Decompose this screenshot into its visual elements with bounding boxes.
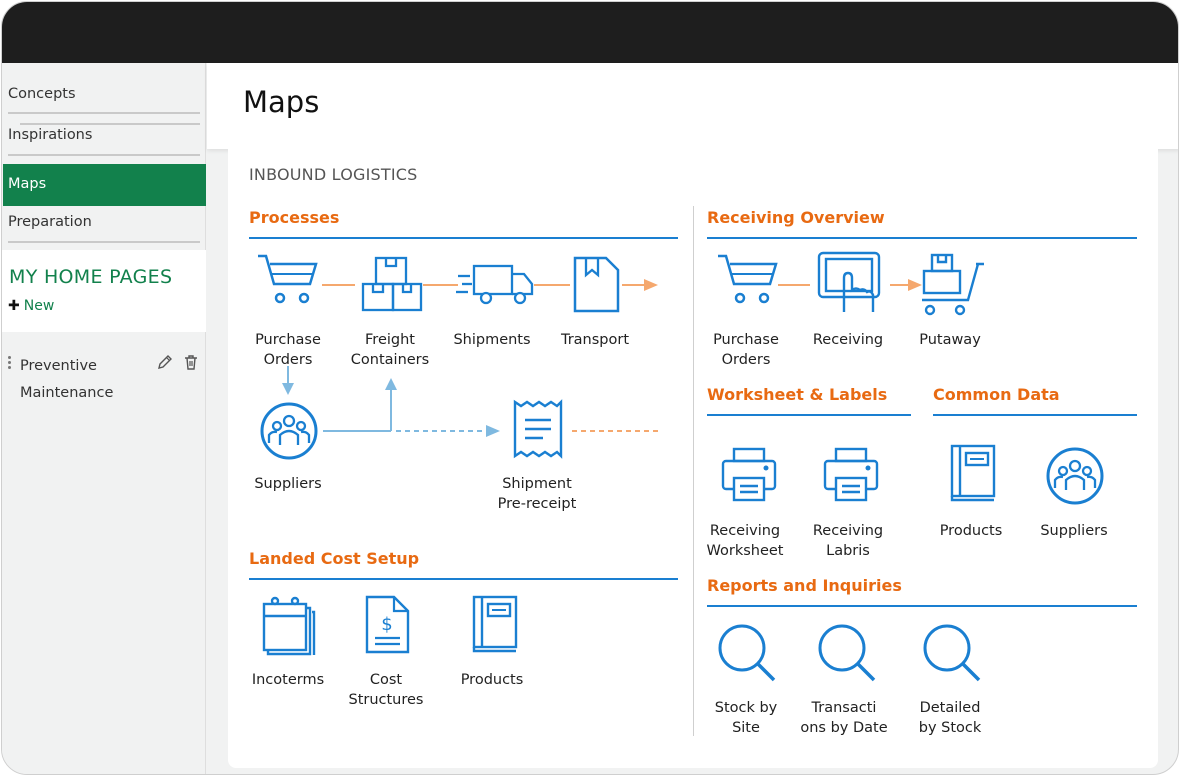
shipments-label[interactable]: Shipments <box>447 330 537 350</box>
page-header: Maps <box>207 63 1178 149</box>
section-landed-cost: Landed Cost Setup <box>249 549 420 568</box>
top-bar <box>2 2 1178 63</box>
search-icon[interactable] <box>716 622 778 684</box>
calendar-icon[interactable] <box>260 594 316 656</box>
printer-icon[interactable] <box>720 446 778 504</box>
plus-icon: ✚ <box>8 298 20 314</box>
home-pages-title: MY HOME PAGES <box>9 266 173 288</box>
divider <box>8 112 200 114</box>
stock-by-site-label[interactable]: Stock by Site <box>701 698 791 738</box>
transport-label[interactable]: Transport <box>550 330 640 350</box>
users-group-icon[interactable] <box>1045 446 1105 506</box>
section-rule <box>933 414 1137 416</box>
cost-structures-label[interactable]: Cost Structures <box>341 670 431 710</box>
sidebar-item-preparation[interactable]: Preparation <box>8 214 200 230</box>
common-products-label[interactable]: Products <box>926 521 1016 541</box>
section-receiving-overview: Receiving Overview <box>707 208 885 227</box>
section-rule <box>249 237 678 239</box>
suppliers-label[interactable]: Suppliers <box>243 474 333 494</box>
section-processes: Processes <box>249 208 340 227</box>
products-label[interactable]: Products <box>447 670 537 690</box>
drag-handle-icon[interactable] <box>8 356 12 371</box>
incoterms-label[interactable]: Incoterms <box>243 670 333 690</box>
section-reports: Reports and Inquiries <box>707 576 902 595</box>
svg-text:$: $ <box>381 614 392 635</box>
book-icon[interactable] <box>470 594 520 654</box>
sidebar-item-label: Preparation <box>8 214 92 230</box>
divider <box>8 154 200 156</box>
section-common-data: Common Data <box>933 385 1060 404</box>
detailed-by-stock-label[interactable]: Detailed by Stock <box>905 698 995 738</box>
search-icon[interactable] <box>921 622 983 684</box>
home-page-item[interactable]: Preventive Maintenance <box>2 346 206 402</box>
section-rule <box>707 237 1137 239</box>
receiving-label[interactable]: Receiving <box>803 330 893 350</box>
shipment-prereceipt-label[interactable]: Shipment Pre-receipt <box>487 474 587 514</box>
section-rule <box>707 605 1137 607</box>
sidebar-item-label: Maps <box>8 176 47 192</box>
section-rule <box>707 414 911 416</box>
document-bookmark-icon[interactable] <box>572 255 622 315</box>
receiving-worksheet-label[interactable]: Receiving Worksheet <box>700 521 790 561</box>
sidebar: Concepts Inspirations Maps Preparation M… <box>2 63 206 774</box>
divider <box>8 241 200 243</box>
receipt-icon[interactable] <box>511 398 565 460</box>
boxes-icon[interactable] <box>360 254 424 314</box>
home-pages-section: MY HOME PAGES ✚ New <box>2 250 206 332</box>
tablet-touch-icon[interactable] <box>816 250 882 318</box>
home-page-label: Preventive Maintenance <box>20 358 114 401</box>
putaway-label[interactable]: Putaway <box>905 330 995 350</box>
cart-icon[interactable] <box>256 252 320 306</box>
new-label: New <box>23 298 55 314</box>
hand-truck-icon[interactable] <box>918 252 988 318</box>
receiving-labris-label[interactable]: Receiving Labris <box>803 521 893 561</box>
sidebar-item-inspirations[interactable]: Inspirations <box>8 127 200 143</box>
map-subtitle: INBOUND LOGISTICS <box>249 165 418 184</box>
receiving-purchase-orders-label[interactable]: Purchase Orders <box>701 330 791 370</box>
truck-icon[interactable] <box>456 262 536 308</box>
search-icon[interactable] <box>816 622 878 684</box>
freight-containers-label[interactable]: Freight Containers <box>345 330 435 370</box>
sidebar-item-maps[interactable]: Maps <box>3 164 206 206</box>
users-group-icon[interactable] <box>259 401 319 461</box>
edit-icon[interactable] <box>157 354 173 370</box>
new-home-page-button[interactable]: ✚ New <box>8 298 54 314</box>
sidebar-item-label: Concepts <box>8 86 76 102</box>
page-title: Maps <box>243 85 320 119</box>
printer-icon[interactable] <box>822 446 880 504</box>
transactions-by-date-label[interactable]: Transacti ons by Date <box>794 698 894 738</box>
section-worksheet-labels: Worksheet & Labels <box>707 385 888 404</box>
divider <box>20 123 200 125</box>
vertical-divider <box>693 206 694 736</box>
cost-document-icon[interactable]: $ <box>364 594 412 656</box>
sidebar-item-concepts[interactable]: Concepts <box>8 86 200 102</box>
trash-icon[interactable] <box>183 354 199 370</box>
cart-icon[interactable] <box>716 252 780 306</box>
book-icon[interactable] <box>948 443 998 505</box>
purchase-orders-label[interactable]: Purchase Orders <box>243 330 333 370</box>
sidebar-item-label: Inspirations <box>8 127 93 143</box>
section-rule <box>249 578 678 580</box>
common-suppliers-label[interactable]: Suppliers <box>1029 521 1119 541</box>
